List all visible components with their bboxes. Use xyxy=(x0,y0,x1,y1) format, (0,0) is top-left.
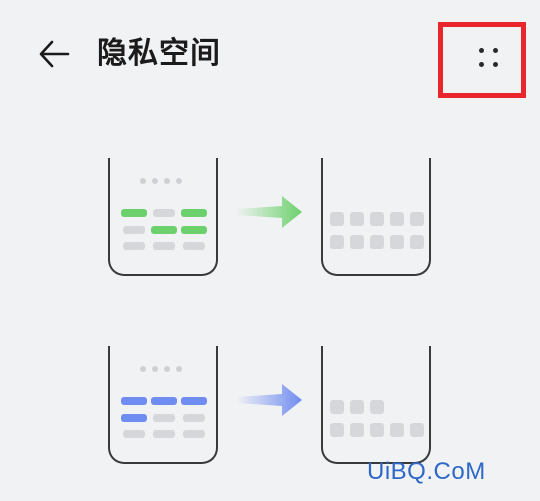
arrow-right-blue-icon xyxy=(236,384,302,416)
app-bar xyxy=(153,414,175,422)
phone-target-green xyxy=(321,158,431,276)
app-bar xyxy=(153,209,175,217)
page-indicator-dot xyxy=(152,366,158,372)
app-bar xyxy=(183,242,205,250)
page-indicator-dot xyxy=(140,366,146,372)
page-indicator-dot xyxy=(176,366,182,372)
app-icon xyxy=(390,212,404,226)
page-indicator-dot xyxy=(164,366,170,372)
app-icon xyxy=(390,423,404,437)
phone-target-blue xyxy=(321,346,431,464)
page-indicator-dot xyxy=(140,178,146,184)
app-icon xyxy=(370,212,384,226)
page-indicator-dot xyxy=(152,178,158,184)
more-dots-icon xyxy=(479,48,484,53)
watermark: UiBQ.CoM xyxy=(367,458,486,485)
more-button[interactable] xyxy=(438,22,526,98)
app-icon xyxy=(390,235,404,249)
app-icon xyxy=(350,400,364,414)
app-bar-selected xyxy=(151,397,177,405)
more-dot xyxy=(493,48,498,53)
app-icon xyxy=(370,423,384,437)
app-bar xyxy=(153,242,175,250)
page-indicator-dot xyxy=(164,178,170,184)
app-bar-selected xyxy=(121,209,147,217)
app-bar-selected xyxy=(181,397,207,405)
app-icon xyxy=(370,400,384,414)
app-bar xyxy=(123,226,145,234)
app-icon xyxy=(410,235,424,249)
arrow-right-green-icon xyxy=(236,196,302,228)
app-bar xyxy=(123,242,145,250)
app-icon xyxy=(330,235,344,249)
app-bar-selected xyxy=(151,226,177,234)
app-icon xyxy=(410,423,424,437)
app-bar-selected xyxy=(121,414,147,422)
app-icon xyxy=(350,423,364,437)
arrow-left-icon xyxy=(39,40,70,68)
app-icon xyxy=(410,212,424,226)
app-bar xyxy=(123,430,145,438)
more-dot xyxy=(493,62,498,67)
app-icon xyxy=(330,400,344,414)
app-icon xyxy=(350,212,364,226)
header: 隐私空间 xyxy=(0,0,540,110)
app-bar-selected xyxy=(121,397,147,405)
app-icon xyxy=(350,235,364,249)
page-title: 隐私空间 xyxy=(97,36,221,71)
app-bar-selected xyxy=(181,209,207,217)
app-bar xyxy=(183,414,205,422)
app-bar xyxy=(183,430,205,438)
phone-source-green xyxy=(108,158,218,276)
app-icon xyxy=(370,235,384,249)
app-icon xyxy=(330,212,344,226)
page-indicator-dot xyxy=(176,178,182,184)
app-bar-selected xyxy=(181,226,207,234)
app-bar xyxy=(153,430,175,438)
app-icon xyxy=(330,423,344,437)
back-button[interactable] xyxy=(34,34,74,74)
more-dot xyxy=(479,62,484,67)
phone-source-blue xyxy=(108,346,218,464)
